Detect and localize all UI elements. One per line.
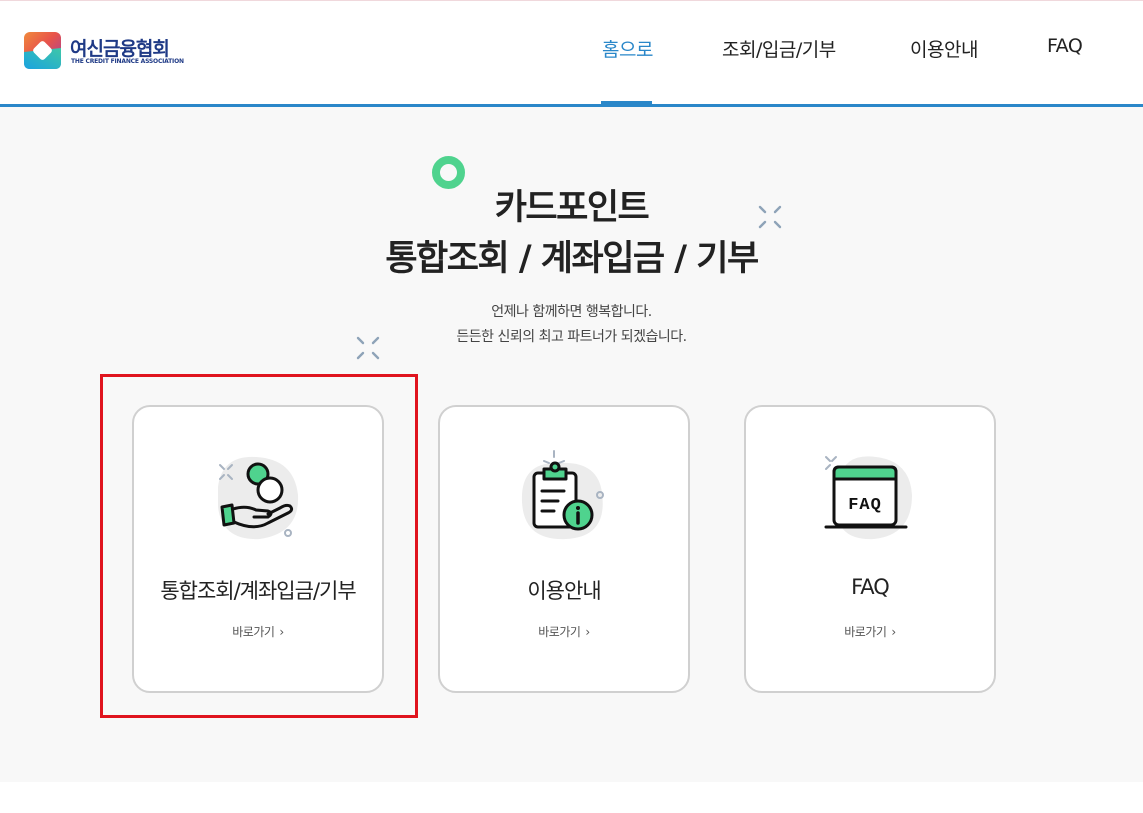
card-title: FAQ [851, 575, 890, 599]
logo-name: 여신금융협회 [70, 38, 170, 60]
hero-subtitle-line1: 언제나 함께하면 행복합니다. [491, 304, 652, 320]
nav-guide[interactable]: 이용안내 [910, 35, 978, 62]
clipboard-info-icon [521, 450, 604, 540]
logo-mark-icon [24, 32, 61, 69]
hero-title-line2: 통합조회 / 계좌입금 / 기부 [385, 239, 759, 279]
shortcut-link-label: 바로가기 [538, 625, 581, 639]
hero-title-line1: 카드포인트 [494, 188, 650, 228]
card-faq[interactable]: FAQ FAQ 바로가기 › [744, 405, 996, 693]
shortcut-link[interactable]: 바로가기 › [746, 623, 994, 640]
card-title: 통합조회/계좌입금/기부 [160, 579, 356, 603]
card-inquiry-deposit-donation[interactable]: 통합조회/계좌입금/기부 바로가기 › [132, 405, 384, 693]
shortcut-link-label: 바로가기 [844, 625, 887, 639]
nav-home[interactable]: 홈으로 [602, 35, 653, 62]
logo-subtitle: THE CREDIT FINANCE ASSOCIATION [71, 58, 184, 65]
hand-coins-icon [218, 456, 299, 540]
nav-faq[interactable]: FAQ [1047, 35, 1083, 57]
nav-active-indicator [601, 101, 652, 105]
svg-text:FAQ: FAQ [848, 496, 882, 515]
hero-subtitle-line2: 든든한 신뢰의 최고 파트너가 되겠습니다. [456, 329, 687, 345]
shortcut-link[interactable]: 바로가기 › [440, 623, 688, 640]
chevron-right-icon: › [891, 625, 896, 639]
card-guide[interactable]: 이용안내 바로가기 › [438, 405, 690, 693]
nav-inquiry-deposit-donation[interactable]: 조회/입금/기부 [722, 35, 836, 62]
chevron-right-icon: › [585, 625, 590, 639]
shortcut-link-label: 바로가기 [232, 625, 275, 639]
chevron-right-icon: › [279, 625, 284, 639]
card-title: 이용안내 [527, 579, 601, 603]
site-header: 여신금융협회 THE CREDIT FINANCE ASSOCIATION 홈으… [0, 1, 1143, 107]
main-content: 카드포인트 통합조회 / 계좌입금 / 기부 언제나 함께하면 행복합니다. 든… [0, 107, 1143, 782]
faq-window-icon: FAQ [824, 456, 912, 540]
shortcut-link[interactable]: 바로가기 › [134, 623, 382, 640]
